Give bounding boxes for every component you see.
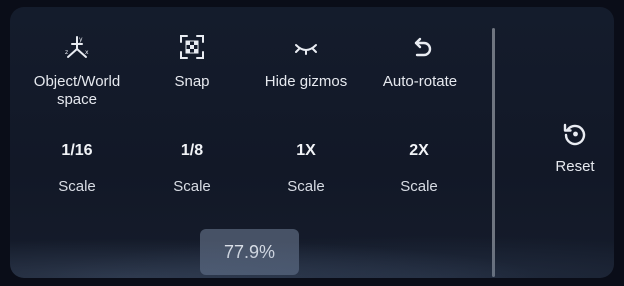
scale-value: 1X <box>296 142 316 159</box>
object-world-space-label: Object/World space <box>33 73 121 108</box>
auto-rotate-button[interactable]: Auto-rotate <box>372 33 468 91</box>
svg-text:x: x <box>85 49 89 56</box>
ar-tools-panel: y z x Object/World space Snap Hide gizmo… <box>10 7 614 278</box>
zoom-level-badge: 77.9% <box>200 229 299 275</box>
reset-label: Reset <box>555 158 595 175</box>
panel-divider <box>492 28 495 277</box>
reset-icon <box>563 123 586 146</box>
scale-value: 2X <box>409 142 429 159</box>
auto-rotate-label: Auto-rotate <box>382 73 458 90</box>
object-world-space-button[interactable]: y z x Object/World space <box>22 33 132 109</box>
scale-caption: Scale <box>287 178 325 195</box>
scale-2x-button[interactable]: 2X Scale <box>379 142 459 195</box>
snap-grid-icon <box>180 35 204 59</box>
closed-eye-icon <box>295 44 317 55</box>
svg-text:y: y <box>79 36 83 43</box>
scale-1-8-button[interactable]: 1/8 Scale <box>152 142 232 195</box>
reset-button[interactable]: Reset <box>546 120 604 175</box>
hide-gizmos-label: Hide gizmos <box>264 73 348 90</box>
scale-value: 1/8 <box>180 142 204 159</box>
scale-caption: Scale <box>58 178 96 195</box>
scale-value: 1/16 <box>61 142 93 159</box>
snap-button[interactable]: Snap <box>162 33 222 91</box>
snap-label: Snap <box>174 73 210 90</box>
scale-caption: Scale <box>400 178 438 195</box>
screen: y z x Object/World space Snap Hide gizmo… <box>0 0 624 286</box>
auto-rotate-icon <box>414 37 432 57</box>
hide-gizmos-button[interactable]: Hide gizmos <box>254 33 358 91</box>
scale-caption: Scale <box>173 178 211 195</box>
scale-1-16-button[interactable]: 1/16 Scale <box>37 142 117 195</box>
svg-text:z: z <box>65 49 68 56</box>
axis-gizmo-icon: y z x <box>65 36 89 58</box>
scale-1x-button[interactable]: 1X Scale <box>266 142 346 195</box>
